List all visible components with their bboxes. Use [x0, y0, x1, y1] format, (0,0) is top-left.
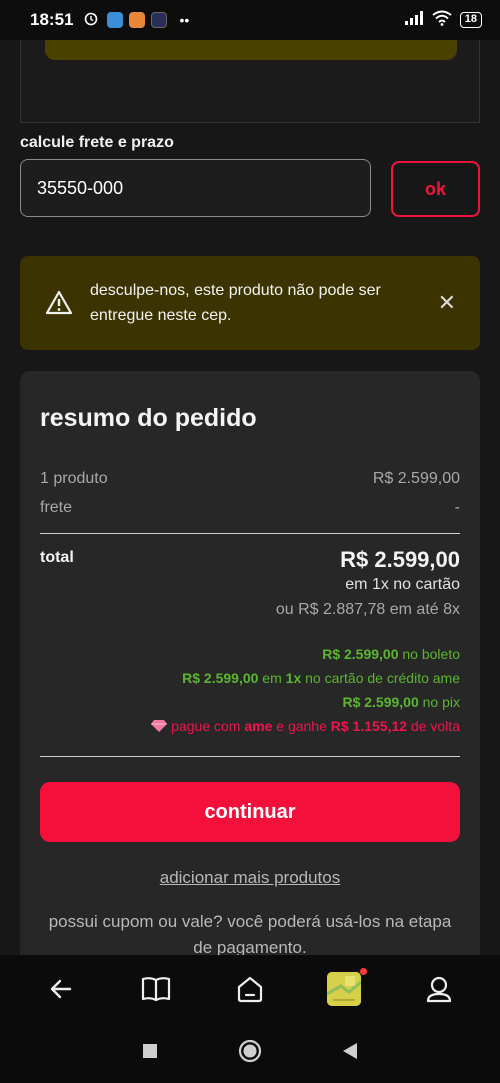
tab-thumbnail — [327, 972, 362, 1006]
alert-message: desculpe-nos, este produto não pode ser … — [90, 282, 381, 324]
cashback-prefix: pague com — [171, 718, 245, 734]
ame-cashback: pague com ame e ganhe R$ 1.155,12 de vol… — [151, 718, 460, 734]
summary-title: resumo do pedido — [40, 404, 257, 432]
continue-button[interactable]: continuar — [40, 782, 460, 842]
profile-icon[interactable] — [422, 972, 456, 1006]
ame-card-times: 1x — [285, 670, 302, 686]
home-icon[interactable] — [233, 972, 267, 1006]
status-time: 18:51 — [30, 10, 74, 29]
more-notifications-icon: •• — [179, 12, 190, 28]
pix-suffix: no pix — [418, 694, 460, 710]
shipping-label: calcule frete e prazo — [20, 134, 174, 151]
divider — [40, 756, 460, 757]
back-triangle-icon[interactable] — [342, 1042, 358, 1065]
pix-price: R$ 2.599,00 no pix — [342, 694, 460, 710]
products-label: 1 produto — [40, 470, 108, 487]
ame-card-amount: R$ 2.599,00 — [182, 670, 259, 686]
boleto-amount: R$ 2.599,00 — [322, 646, 399, 662]
installment-1x: em 1x no cartão — [345, 576, 460, 593]
ok-button[interactable]: ok — [391, 161, 480, 217]
cashback-suffix: de volta — [407, 718, 460, 734]
app-notification-icon — [129, 12, 146, 28]
tabs-thumbnail-icon[interactable] — [327, 968, 368, 1006]
total-value: R$ 2.599,00 — [340, 547, 460, 572]
installment-8x: ou R$ 2.887,78 em até 8x — [275, 601, 460, 618]
shipping-row-label: frete — [40, 499, 73, 516]
close-icon[interactable]: ✕ — [438, 290, 456, 316]
total-label: total — [40, 549, 74, 566]
bookmarks-book-icon[interactable] — [139, 972, 173, 1006]
ame-card-mid: em — [258, 670, 286, 686]
shipping-row-value: - — [454, 499, 460, 516]
app-notification-icon — [151, 12, 168, 28]
wifi-icon — [432, 10, 452, 31]
diamond-icon — [151, 718, 171, 734]
boleto-suffix: no boleto — [398, 646, 460, 662]
signal-icon — [404, 10, 424, 30]
cashback-brand: ame — [244, 718, 273, 734]
browser-nav-bar — [0, 955, 500, 1023]
cashback-mid: e ganhe — [272, 718, 331, 734]
shipping-row: frete - — [40, 499, 460, 517]
status-bar: 18:51 •• 18 — [0, 0, 500, 40]
previous-card — [20, 40, 480, 123]
recents-square-icon[interactable] — [142, 1043, 158, 1064]
system-nav-bar — [0, 1023, 500, 1083]
products-row: 1 produto R$ 2.599,00 — [40, 470, 460, 488]
alarm-icon — [83, 10, 99, 31]
delivery-alert: desculpe-nos, este produto não pode ser … — [20, 256, 480, 350]
app-notification-icon — [107, 12, 124, 28]
pix-amount: R$ 2.599,00 — [342, 694, 419, 710]
divider — [40, 533, 460, 534]
notification-dot — [360, 968, 368, 975]
home-circle-icon[interactable] — [238, 1039, 262, 1068]
battery-icon: 18 — [459, 12, 482, 28]
cashback-amount: R$ 1.155,12 — [330, 718, 408, 734]
order-summary: resumo do pedido 1 produto R$ 2.599,00 f… — [20, 371, 480, 991]
previous-card-banner — [45, 40, 457, 60]
ame-card-suffix: no cartão de crédito ame — [301, 670, 460, 686]
add-more-products-link[interactable]: adicionar mais produtos — [20, 868, 480, 888]
boleto-price: R$ 2.599,00 no boleto — [322, 646, 460, 662]
cep-input[interactable] — [20, 159, 371, 217]
back-arrow-icon[interactable] — [44, 972, 78, 1006]
coupon-info: possui cupom ou vale? você poderá usá-lo… — [48, 912, 452, 957]
warning-icon — [44, 288, 74, 318]
page: 18:51 •• 18 calcule frete e prazo ok des… — [0, 0, 500, 1083]
products-value: R$ 2.599,00 — [372, 470, 460, 487]
ame-card-price: R$ 2.599,00 em 1x no cartão de crédito a… — [182, 670, 460, 686]
